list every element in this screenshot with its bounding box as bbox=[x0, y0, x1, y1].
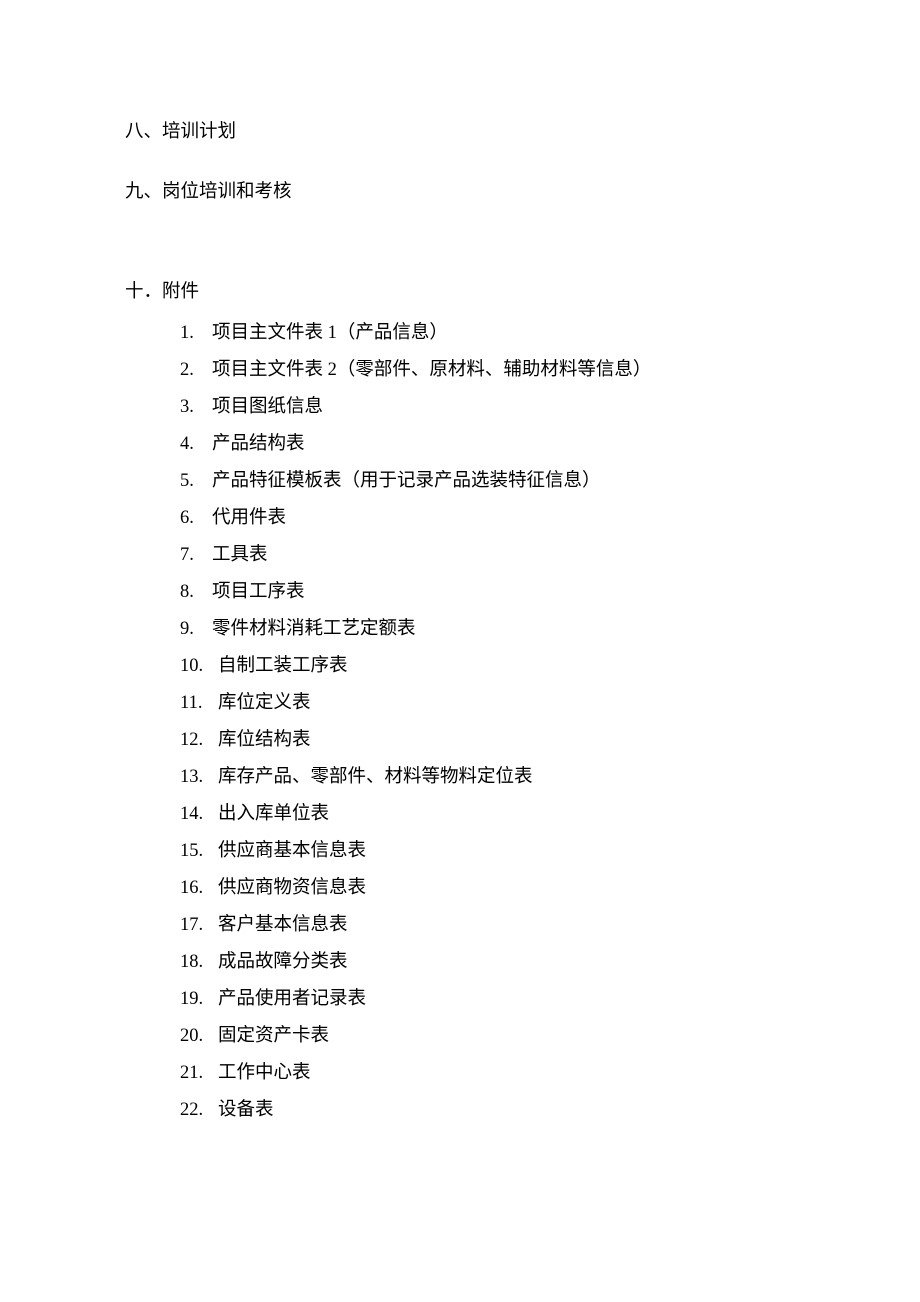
list-item: 8.项目工序表 bbox=[180, 574, 795, 611]
item-text: 产品结构表 bbox=[208, 426, 305, 463]
list-item: 20.固定资产卡表 bbox=[180, 1018, 795, 1055]
list-item: 15.供应商基本信息表 bbox=[180, 833, 795, 870]
heading-8-text: 八、培训计划 bbox=[125, 122, 236, 142]
item-text: 供应商物资信息表 bbox=[214, 870, 366, 907]
item-number: 3. bbox=[180, 389, 208, 426]
item-number: 4. bbox=[180, 426, 208, 463]
item-number: 10. bbox=[180, 648, 214, 685]
list-item: 14.出入库单位表 bbox=[180, 796, 795, 833]
list-item: 5.产品特征模板表（用于记录产品选装特征信息） bbox=[180, 463, 795, 500]
item-text: 库存产品、零部件、材料等物料定位表 bbox=[214, 759, 533, 796]
item-text: 成品故障分类表 bbox=[214, 944, 348, 981]
item-number: 22. bbox=[180, 1092, 214, 1129]
list-item: 10.自制工装工序表 bbox=[180, 648, 795, 685]
list-item: 11.库位定义表 bbox=[180, 685, 795, 722]
list-item: 17.客户基本信息表 bbox=[180, 907, 795, 944]
heading-8: 八、培训计划 bbox=[125, 115, 795, 150]
attachments-list: 1.项目主文件表 1（产品信息） 2.项目主文件表 2（零部件、原材料、辅助材料… bbox=[125, 315, 795, 1129]
item-text: 项目工序表 bbox=[208, 574, 305, 611]
list-item: 21.工作中心表 bbox=[180, 1055, 795, 1092]
heading-10: 十．附件 bbox=[125, 275, 795, 310]
list-item: 12.库位结构表 bbox=[180, 722, 795, 759]
item-text: 零件材料消耗工艺定额表 bbox=[208, 611, 416, 648]
item-number: 19. bbox=[180, 981, 214, 1018]
item-number: 14. bbox=[180, 796, 214, 833]
list-item: 4.产品结构表 bbox=[180, 426, 795, 463]
item-number: 12. bbox=[180, 722, 214, 759]
item-number: 1. bbox=[180, 315, 208, 352]
item-text: 项目图纸信息 bbox=[208, 389, 323, 426]
item-text: 产品特征模板表（用于记录产品选装特征信息） bbox=[208, 463, 601, 500]
item-number: 16. bbox=[180, 870, 214, 907]
list-item: 19.产品使用者记录表 bbox=[180, 981, 795, 1018]
item-text: 客户基本信息表 bbox=[214, 907, 348, 944]
item-text: 项目主文件表 1（产品信息） bbox=[208, 315, 448, 352]
list-item: 6.代用件表 bbox=[180, 500, 795, 537]
list-item: 13.库存产品、零部件、材料等物料定位表 bbox=[180, 759, 795, 796]
list-item: 1.项目主文件表 1（产品信息） bbox=[180, 315, 795, 352]
item-number: 20. bbox=[180, 1018, 214, 1055]
item-text: 产品使用者记录表 bbox=[214, 981, 366, 1018]
list-item: 7.工具表 bbox=[180, 537, 795, 574]
heading-9: 九、岗位培训和考核 bbox=[125, 175, 795, 210]
item-number: 6. bbox=[180, 500, 208, 537]
item-text: 库位结构表 bbox=[214, 722, 311, 759]
item-number: 15. bbox=[180, 833, 214, 870]
item-number: 7. bbox=[180, 537, 208, 574]
heading-10-text: 十．附件 bbox=[125, 282, 199, 302]
item-number: 11. bbox=[180, 685, 214, 722]
list-item: 22.设备表 bbox=[180, 1092, 795, 1129]
item-number: 13. bbox=[180, 759, 214, 796]
item-text: 固定资产卡表 bbox=[214, 1018, 329, 1055]
document-page: 八、培训计划 九、岗位培训和考核 十．附件 1.项目主文件表 1（产品信息） 2… bbox=[0, 0, 795, 1129]
item-text: 代用件表 bbox=[208, 500, 286, 537]
item-number: 5. bbox=[180, 463, 208, 500]
list-item: 2.项目主文件表 2（零部件、原材料、辅助材料等信息） bbox=[180, 352, 795, 389]
list-item: 16.供应商物资信息表 bbox=[180, 870, 795, 907]
heading-9-text: 九、岗位培训和考核 bbox=[125, 182, 292, 202]
item-number: 18. bbox=[180, 944, 214, 981]
item-text: 库位定义表 bbox=[214, 685, 311, 722]
item-number: 17. bbox=[180, 907, 214, 944]
list-item: 9.零件材料消耗工艺定额表 bbox=[180, 611, 795, 648]
item-number: 2. bbox=[180, 352, 208, 389]
item-text: 工作中心表 bbox=[214, 1055, 311, 1092]
item-number: 9. bbox=[180, 611, 208, 648]
item-text: 自制工装工序表 bbox=[214, 648, 348, 685]
item-text: 出入库单位表 bbox=[214, 796, 329, 833]
item-number: 8. bbox=[180, 574, 208, 611]
item-text: 工具表 bbox=[208, 537, 268, 574]
item-text: 设备表 bbox=[214, 1092, 274, 1129]
item-text: 项目主文件表 2（零部件、原材料、辅助材料等信息） bbox=[208, 352, 651, 389]
list-item: 3.项目图纸信息 bbox=[180, 389, 795, 426]
item-text: 供应商基本信息表 bbox=[214, 833, 366, 870]
list-item: 18.成品故障分类表 bbox=[180, 944, 795, 981]
item-number: 21. bbox=[180, 1055, 214, 1092]
